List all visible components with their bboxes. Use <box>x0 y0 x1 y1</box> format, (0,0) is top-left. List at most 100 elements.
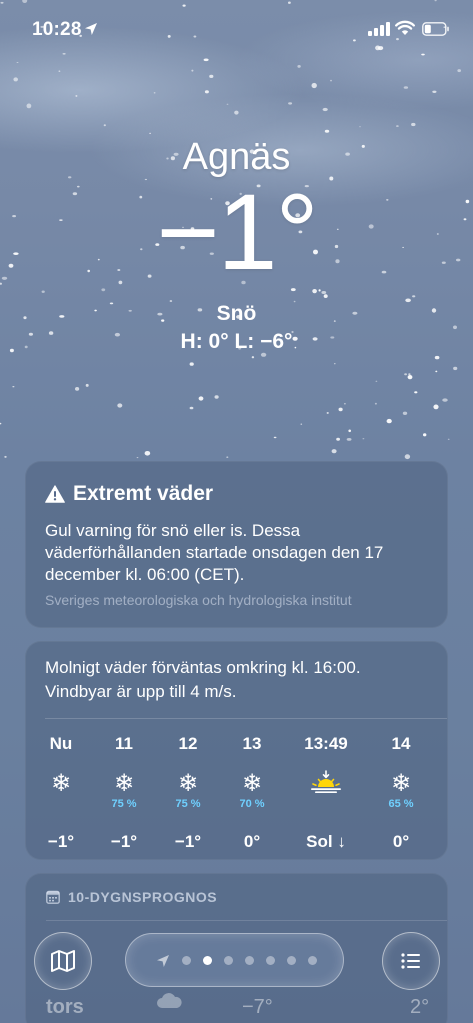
hourly-forecast-card[interactable]: Molnigt väder förväntas omkring kl. 16:0… <box>25 641 448 860</box>
precipitation-chance: 65 % <box>388 798 414 810</box>
snowflake-icon: ❄ <box>113 770 135 797</box>
snowflake <box>323 294 328 298</box>
ten-day-row[interactable]: tors −7° 2° <box>46 993 436 1023</box>
wifi-icon <box>395 20 415 35</box>
page-dot[interactable] <box>287 956 296 965</box>
current-temperature: −1° <box>156 171 318 292</box>
snowflake <box>442 398 448 402</box>
snowflake <box>447 438 450 440</box>
hour-label: 13 <box>242 734 262 753</box>
snowflake <box>453 325 457 330</box>
severe-weather-alert-card[interactable]: Extremt väder Gul varning för snö eller … <box>25 461 448 628</box>
snowflake <box>433 404 439 410</box>
page-indicator[interactable] <box>125 933 344 987</box>
snowflake <box>457 69 462 73</box>
snowflake <box>58 70 61 72</box>
hour-item: 13:49 Sol ↓ <box>294 734 358 854</box>
snowflake <box>414 391 418 394</box>
snowflake <box>117 403 123 408</box>
snowflake <box>101 288 106 292</box>
snowflake <box>136 457 139 459</box>
snowflake <box>423 433 427 437</box>
snowflake <box>318 289 321 292</box>
snowflake <box>402 411 408 415</box>
signal-icon <box>368 22 390 36</box>
snowflake <box>348 429 352 433</box>
page-dot[interactable] <box>182 956 191 965</box>
snowflake <box>226 456 229 458</box>
map-button[interactable] <box>34 932 92 990</box>
snowflake <box>191 69 194 72</box>
snowflake <box>13 77 18 82</box>
snowflake <box>41 290 45 293</box>
location-arrow-icon <box>157 955 169 967</box>
hourly-forecast-list[interactable]: Nu ❄ −1° 11 ❄ 75 % −1° 12 ❄ 75 % −1° 13 … <box>26 734 449 854</box>
alert-header: Extremt väder <box>45 482 428 506</box>
hour-temperature: 0° <box>243 832 261 851</box>
snowflake <box>251 356 255 359</box>
snowflake <box>234 110 239 115</box>
snowflake <box>204 90 209 94</box>
snowflake <box>434 355 440 360</box>
warning-icon <box>45 485 65 503</box>
divider <box>46 920 447 921</box>
snowflake <box>386 418 392 424</box>
location-list-button[interactable] <box>382 932 440 990</box>
snowflake <box>189 406 194 410</box>
snowflake <box>75 387 80 391</box>
snowflake-icon: ❄ <box>50 770 72 797</box>
sunset-icon <box>294 770 358 798</box>
snowflake <box>273 436 277 439</box>
forecast-summary: Molnigt väder förväntas omkring kl. 16:0… <box>45 658 361 701</box>
snowflake-icon: ❄ <box>241 770 263 797</box>
hour-temperature: −1° <box>110 832 138 851</box>
snowflake-icon: ❄ <box>177 770 199 797</box>
hour-temperature: Sol ↓ <box>306 832 346 851</box>
ten-day-title: 10-DYGNSPROGNOS <box>68 889 218 905</box>
battery-icon <box>422 22 449 36</box>
snowflake <box>297 65 301 68</box>
high-low-temperature: H: 0° L: −6° <box>180 330 293 353</box>
snowflake <box>321 291 327 294</box>
high-temperature: 2° <box>410 996 430 1018</box>
snowflake <box>432 90 437 94</box>
page-dot[interactable] <box>224 956 233 965</box>
hour-label: 13:49 <box>304 734 348 753</box>
precipitation-chance: 75 % <box>175 798 201 810</box>
ten-day-header: 10-DYGNSPROGNOS <box>46 889 217 905</box>
snowflake <box>359 126 361 128</box>
snowflake <box>346 438 352 441</box>
snowflake <box>344 403 346 405</box>
page-dot[interactable] <box>308 956 317 965</box>
hour-label: Nu <box>49 734 73 753</box>
snowflake <box>75 95 78 97</box>
hour-item: Nu ❄ −1° <box>29 734 93 854</box>
location-arrow-icon <box>85 23 97 35</box>
hour-label: 12 <box>178 734 198 753</box>
status-bar: 10:28 <box>0 0 473 60</box>
snowflake <box>374 402 377 405</box>
alert-source[interactable]: Sveriges meteorologiska och hydrologiska… <box>45 592 428 608</box>
snowflake <box>338 407 343 412</box>
snowflake <box>198 396 204 401</box>
page-dot[interactable] <box>266 956 275 965</box>
snowflake <box>411 122 416 127</box>
alert-title: Extremt väder <box>73 482 214 505</box>
snowflake <box>144 451 151 456</box>
hour-label: 14 <box>391 734 411 753</box>
snowflake <box>103 124 106 127</box>
snowflake <box>435 370 438 373</box>
hour-temperature: −1° <box>47 832 75 851</box>
precipitation-chance: 75 % <box>111 798 137 810</box>
snowflake-icon: ❄ <box>390 770 412 797</box>
snowflake <box>288 102 293 105</box>
snowflake <box>85 383 89 387</box>
page-dot[interactable] <box>245 956 254 965</box>
snowflake <box>331 449 337 454</box>
page-dot-active[interactable] <box>203 956 212 965</box>
alert-body: Gul varning för snö eller is. Dessa väde… <box>45 521 384 584</box>
snowflake <box>16 62 19 63</box>
snowflake <box>453 366 458 371</box>
list-icon <box>401 953 420 969</box>
snowflake <box>214 395 219 399</box>
